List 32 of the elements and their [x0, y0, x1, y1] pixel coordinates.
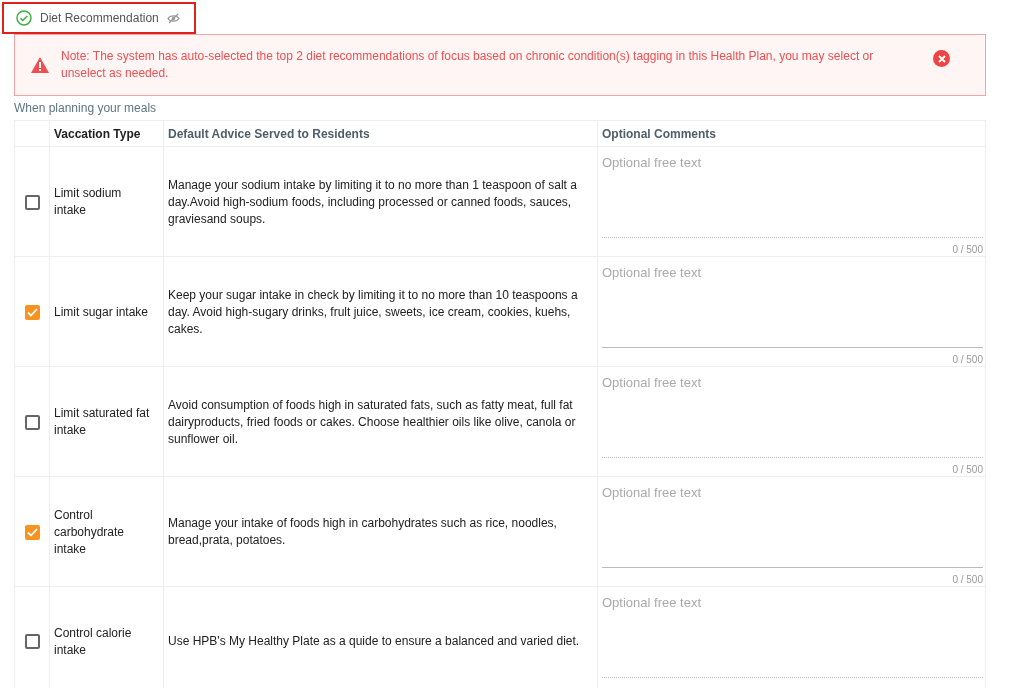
column-header: Default Advice Served to Residents	[168, 125, 370, 143]
checkbox[interactable]	[24, 194, 40, 210]
column-header: Vaccation Type	[54, 125, 141, 143]
cell-text: Limit sugar intake	[54, 303, 149, 321]
cell-text: Control calorie intake	[54, 624, 133, 659]
character-counter: 0 / 500	[952, 573, 983, 587]
alert-message: Note: The system has auto-selected the top 2 diet recommendations of focus based on chronic condition(s) tagging in this Health Plan, you may select or unselect as needed.	[61, 48, 875, 82]
cell-text: Avoid consumption of foods high in saturated fats, such as fatty meat, full fat dairyproducts, fried foods or cakes. Choose healthier oils like olive, canola or sunflower oil.	[168, 396, 577, 448]
checkbox[interactable]	[24, 634, 40, 649]
checkbox[interactable]	[24, 524, 40, 540]
cell-text: Use HPB's My Healthy Plate as a quide to ensure a balanced and varied diet.	[168, 633, 580, 650]
close-button[interactable]	[933, 50, 950, 67]
character-counter: 0 / 500	[952, 463, 983, 477]
cell-text: Limit saturated fat intake	[54, 405, 151, 439]
column-header: Optional Comments	[602, 125, 716, 143]
subtitle: When planning your meals	[14, 100, 158, 117]
cell-text: Keep your sugar intake in check by limiting it to no more than 10 teaspoons a day. Avoid high-sugary drinks, frult juice, sweets, ice cream, cookies, kuehs, cakes.	[168, 286, 579, 338]
close-icon	[937, 54, 946, 63]
eye-slash-icon[interactable]	[166, 12, 180, 24]
comment-field[interactable]: Optional free text	[602, 263, 983, 348]
checkbox[interactable]	[24, 304, 40, 320]
character-counter: 0 / 500	[952, 243, 983, 257]
cell-text: Manage your intake of foods high in carbohydrates such as rice, noodles, bread,prata, potatoes.	[168, 515, 558, 549]
cell-text: Manage your sodium intake by limiting it to no more than 1 teaspoon of salt a day.Avoid high-sodium foods, including processed or canned foods, sauces, graviesand soups.	[168, 176, 578, 228]
checkbox[interactable]	[24, 414, 40, 430]
character-counter: 0 / 500	[952, 353, 983, 367]
warning-icon	[31, 57, 49, 73]
check-circle-icon	[16, 10, 32, 26]
cell-text: Control carbohydrate intake	[54, 506, 126, 558]
comment-field[interactable]: Optional free text	[602, 483, 983, 568]
cell-text: Limit sodium intake	[54, 185, 123, 219]
section-title: Diet Recommendation	[40, 10, 159, 27]
